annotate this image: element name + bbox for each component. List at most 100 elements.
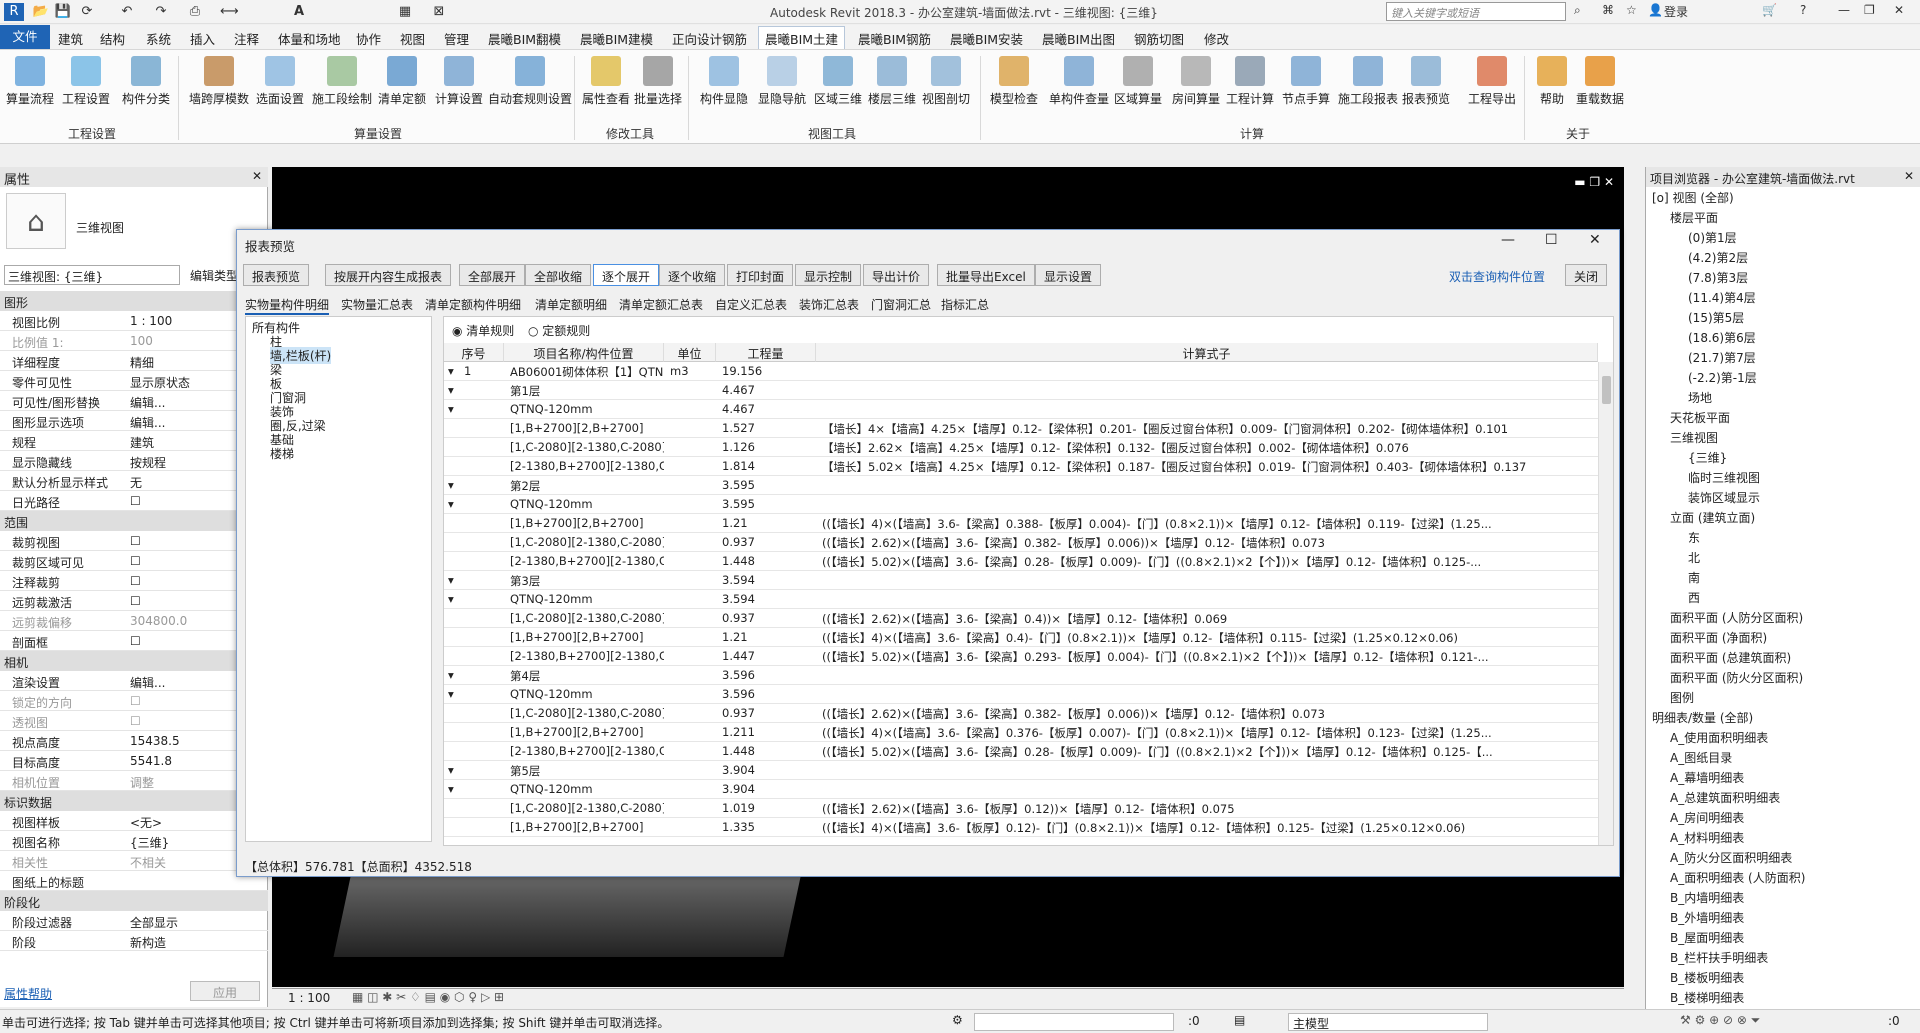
edit-type-button[interactable]: 编辑类型 bbox=[190, 267, 238, 284]
ribbon-btn-nav[interactable]: 显隐导航 bbox=[752, 54, 812, 107]
open-icon[interactable]: 📂 bbox=[32, 3, 50, 21]
btn-export-price[interactable]: 导出计价 bbox=[863, 264, 930, 286]
property-value[interactable]: 调整 bbox=[130, 774, 154, 791]
radio-quota-rule[interactable]: ○ 定额规则 bbox=[528, 322, 590, 339]
view-selector[interactable]: 三维视图: {三维} bbox=[4, 265, 180, 285]
property-row[interactable]: 远剪裁激活 ☐ bbox=[0, 591, 268, 611]
ribbon-btn-face-settings[interactable]: 选面设置 bbox=[250, 54, 310, 107]
ribbon-btn-reload[interactable]: 重载数据 bbox=[1570, 54, 1630, 107]
browser-item[interactable]: 南 bbox=[1688, 569, 1700, 586]
ribbon-btn-project-settings[interactable]: 工程设置 bbox=[56, 54, 116, 107]
locate-component-link[interactable]: 双击查询构件位置 bbox=[1449, 268, 1545, 285]
property-value[interactable]: ☐ bbox=[130, 714, 141, 728]
row-expander[interactable]: ▾ bbox=[448, 668, 462, 682]
tab-bill-detail[interactable]: 清单定额明细 bbox=[535, 296, 607, 313]
tab-bill-summary[interactable]: 清单定额汇总表 bbox=[619, 296, 703, 313]
browser-item[interactable]: 三维视图 bbox=[1670, 429, 1718, 446]
ribbon-btn-region-qty[interactable]: 区域算量 bbox=[1108, 54, 1168, 107]
row-expander[interactable]: ▾ bbox=[448, 573, 462, 587]
view-window-controls[interactable]: ▬ ❐ ✕ bbox=[1574, 175, 1614, 189]
browser-item[interactable]: A_幕墙明细表 bbox=[1670, 769, 1744, 786]
browser-item[interactable]: 面积平面 (人防分区面积) bbox=[1670, 609, 1803, 626]
property-value[interactable]: ☐ bbox=[130, 634, 141, 648]
property-value[interactable]: 1 : 100 bbox=[130, 314, 172, 328]
property-value[interactable]: ☐ bbox=[130, 694, 141, 708]
ribbon-btn-bill-quota[interactable]: 清单定额 bbox=[372, 54, 432, 107]
tab-cx-chutu[interactable]: 晨曦BIM出图 bbox=[1042, 29, 1115, 48]
apply-button[interactable]: 应用 bbox=[190, 981, 260, 1001]
browser-item[interactable]: A_使用面积明细表 bbox=[1670, 729, 1768, 746]
view-controls-icons[interactable]: ▦ ◫ ✱ ✂ ♢ ▤ ◉ ⬡ ♀ ▷ ⊞ bbox=[352, 990, 504, 1004]
col-header-qty[interactable]: 工程量 bbox=[716, 343, 816, 362]
tab-cx-fanmo[interactable]: 晨曦BIM翻模 bbox=[488, 29, 561, 48]
ribbon-btn-section-draw[interactable]: 施工段绘制 bbox=[306, 54, 378, 107]
btn-display-control[interactable]: 显示控制 bbox=[795, 264, 862, 286]
tab-bill-component[interactable]: 清单定额构件明细 bbox=[425, 296, 521, 313]
minimize-icon[interactable]: — bbox=[1838, 3, 1850, 17]
print-icon[interactable]: ⎙ bbox=[186, 3, 204, 21]
row-expander[interactable]: ▾ bbox=[448, 402, 462, 416]
tab-modify[interactable]: 修改 bbox=[1204, 29, 1229, 48]
browser-item[interactable]: (18.6)第6层 bbox=[1688, 329, 1756, 346]
property-row[interactable]: 阶段过滤器 全部显示 bbox=[0, 911, 268, 931]
vertical-scrollbar[interactable] bbox=[1598, 362, 1613, 845]
btn-expand-one[interactable]: 逐个展开 bbox=[593, 264, 660, 286]
browser-item[interactable]: 面积平面 (净面积) bbox=[1670, 629, 1767, 646]
property-row[interactable]: 视点高度 15438.5 bbox=[0, 731, 268, 751]
worksets-icon[interactable]: ⚙ bbox=[952, 1013, 963, 1027]
table-row[interactable]: [1,B+2700][2,B+2700] 1.211 ((【墙长】4)×(【墙高】3… bbox=[444, 723, 1598, 742]
user-icon[interactable]: 👤 bbox=[1648, 3, 1663, 17]
restore-icon[interactable]: ❐ bbox=[1864, 3, 1875, 17]
close-icon[interactable]: ✕ bbox=[252, 169, 262, 183]
binoculars-icon[interactable]: ⌕ bbox=[1574, 3, 1581, 18]
ribbon-btn-export[interactable]: 工程导出 bbox=[1462, 54, 1522, 107]
property-row[interactable]: 裁剪区域可见 ☐ bbox=[0, 551, 268, 571]
property-row[interactable]: 视图样板 <无> bbox=[0, 811, 268, 831]
ribbon-btn-prop-view[interactable]: 属性查看 bbox=[576, 54, 636, 107]
browser-item[interactable]: 明细表/数量 (全部) bbox=[1652, 709, 1753, 726]
row-expander[interactable]: ▾ bbox=[448, 687, 462, 701]
property-value[interactable]: 显示原状态 bbox=[130, 374, 190, 391]
tab-entity-summary[interactable]: 实物量汇总表 bbox=[341, 296, 413, 313]
table-row[interactable]: [1,C-2080][2-1380,C-2080] 1.019 ((【墙长】2.62… bbox=[444, 799, 1598, 818]
property-row[interactable]: 视图比例 1 : 100 bbox=[0, 311, 268, 331]
ribbon-btn-section[interactable]: 视图剖切 bbox=[916, 54, 976, 107]
col-header-name[interactable]: 项目名称/构件位置 bbox=[504, 343, 664, 362]
browser-item[interactable]: A_防火分区面积明细表 bbox=[1670, 849, 1792, 866]
property-row[interactable]: 零件可见性 显示原状态 bbox=[0, 371, 268, 391]
btn-batch-excel[interactable]: 批量导出Excel bbox=[937, 264, 1035, 286]
property-value[interactable]: 5541.8 bbox=[130, 754, 172, 768]
close-icon[interactable]: ✕ bbox=[1589, 232, 1601, 248]
revit-logo-icon[interactable]: R bbox=[4, 3, 24, 21]
property-value[interactable]: ☐ bbox=[130, 494, 141, 508]
browser-item[interactable]: A_材料明细表 bbox=[1670, 829, 1744, 846]
table-row[interactable]: ▾ 第2层 3.595 bbox=[444, 476, 1598, 495]
property-value[interactable]: {三维} bbox=[130, 834, 169, 851]
design-options-icon[interactable]: ▤ bbox=[1234, 1013, 1245, 1027]
property-value[interactable]: 编辑... bbox=[130, 674, 165, 691]
btn-gen-report[interactable]: 按展开内容生成报表 bbox=[325, 264, 452, 286]
table-row[interactable]: ▾ QTNQ-120mm 3.596 bbox=[444, 685, 1598, 704]
table-row[interactable]: ▾ QTNQ-120mm 3.594 bbox=[444, 590, 1598, 609]
table-row[interactable]: [1,B+2700][2,B+2700] 1.335 ((【墙长】4)×(【墙高】3… bbox=[444, 818, 1598, 837]
ribbon-btn-section-report[interactable]: 施工段报表 bbox=[1332, 54, 1404, 107]
table-row[interactable]: [2-1380,B+2700][2-1380,C] 1.814 【墙长】5.02×【… bbox=[444, 457, 1598, 476]
btn-collapse-all[interactable]: 全部收缩 bbox=[525, 264, 592, 286]
thin-lines-icon[interactable]: ▦ bbox=[396, 3, 414, 21]
table-row[interactable]: ▾ QTNQ-120mm 3.904 bbox=[444, 780, 1598, 799]
tab-structure[interactable]: 结构 bbox=[100, 29, 125, 48]
table-row[interactable]: [2-1380,B+2700][2-1380,C] 1.448 ((【墙长】5.02… bbox=[444, 552, 1598, 571]
property-value[interactable]: 无 bbox=[130, 474, 142, 491]
property-row[interactable]: 默认分析显示样式 无 bbox=[0, 471, 268, 491]
selection-toggles[interactable]: ⚒ ⚙ ⊕ ⊘ ⊗ ⏷ bbox=[1680, 1013, 1760, 1028]
property-value[interactable]: 编辑... bbox=[130, 394, 165, 411]
tab-decor-summary[interactable]: 装饰汇总表 bbox=[799, 296, 859, 313]
browser-item[interactable]: A_图纸目录 bbox=[1670, 749, 1732, 766]
tab-entity-detail[interactable]: 实物量构件明细 bbox=[245, 296, 330, 315]
property-row[interactable]: 规程 建筑 bbox=[0, 431, 268, 451]
close-windows-icon[interactable]: ⊠ bbox=[430, 3, 448, 21]
property-value[interactable]: 编辑... bbox=[130, 414, 165, 431]
property-row[interactable]: 渲染设置 编辑... bbox=[0, 671, 268, 691]
ribbon-btn-model-check[interactable]: 模型检查 bbox=[984, 54, 1044, 107]
text-icon[interactable]: A bbox=[290, 3, 308, 21]
